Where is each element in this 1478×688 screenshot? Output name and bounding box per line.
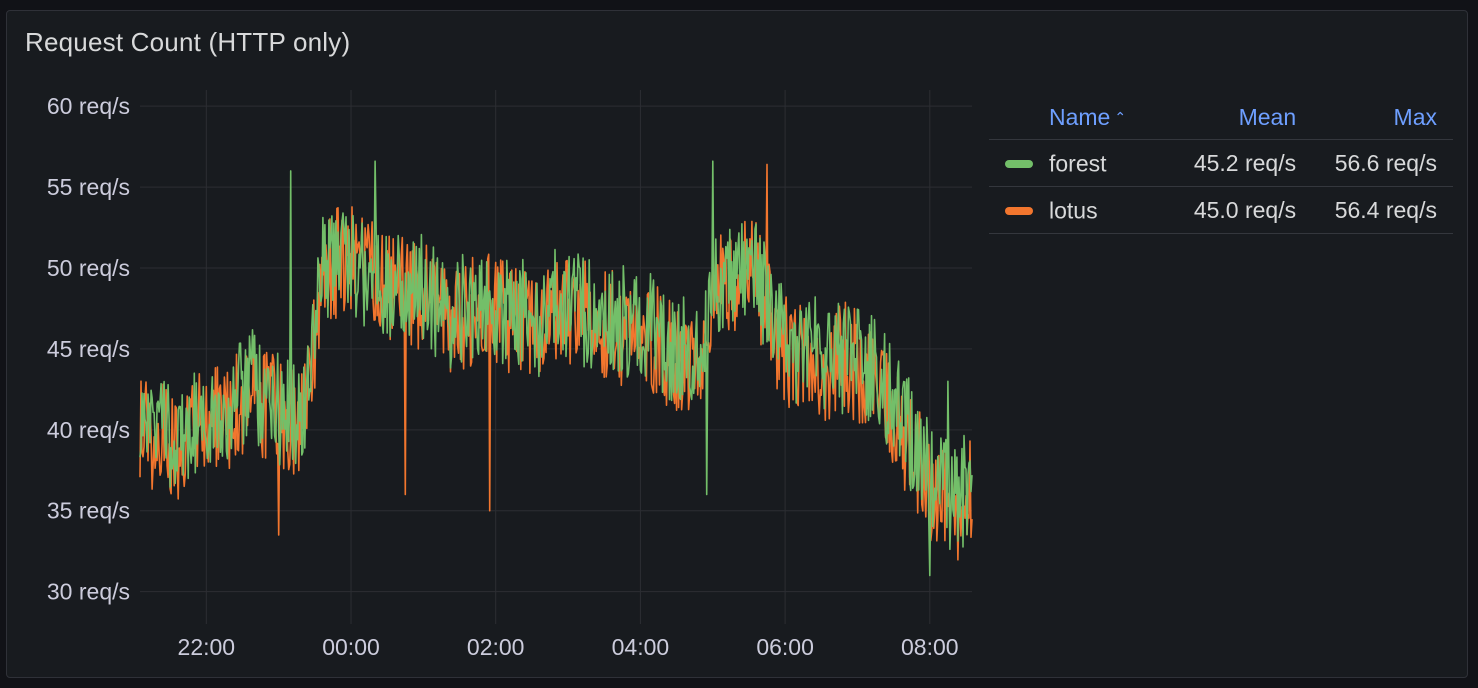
x-tick-label: 02:00 xyxy=(467,634,525,660)
x-tick-label: 06:00 xyxy=(756,634,814,660)
legend-row-lotus[interactable]: lotus 45.0 req/s 56.4 req/s xyxy=(989,186,1453,234)
series-max: 56.4 req/s xyxy=(1312,186,1453,234)
y-tick-label: 40 req/s xyxy=(47,417,130,443)
y-axis: 60 req/s 55 req/s 50 req/s 45 req/s 40 req/s… xyxy=(47,93,130,604)
series-color-swatch xyxy=(1005,206,1033,215)
y-tick-label: 60 req/s xyxy=(47,93,130,119)
series-name: lotus xyxy=(1049,197,1098,224)
x-tick-label: 22:00 xyxy=(178,634,236,660)
series-mean: 45.2 req/s xyxy=(1171,139,1313,187)
series-mean: 45.0 req/s xyxy=(1171,186,1313,234)
series-max: 56.6 req/s xyxy=(1312,139,1453,187)
chart-panel: Request Count (HTTP only) 60 req/s 55 req… xyxy=(6,10,1468,678)
x-tick-label: 04:00 xyxy=(612,634,670,660)
y-tick-label: 55 req/s xyxy=(47,174,130,200)
legend-table: Name ⌃ Mean Max forest 45.2 req/s 56.6 re… xyxy=(989,95,1453,234)
y-tick-label: 35 req/s xyxy=(47,498,130,524)
x-tick-label: 08:00 xyxy=(901,634,959,660)
y-tick-label: 45 req/s xyxy=(47,336,130,362)
y-tick-label: 30 req/s xyxy=(47,579,130,605)
legend-name-cell: lotus xyxy=(989,186,1172,234)
legend-header-max[interactable]: Max xyxy=(1312,95,1453,140)
series-color-swatch xyxy=(1005,159,1033,168)
legend-header-name[interactable]: Name ⌃ xyxy=(989,95,1172,140)
chevron-up-icon: ⌃ xyxy=(1114,108,1127,125)
series-name: forest xyxy=(1049,150,1107,177)
legend-header-name-label: Name xyxy=(1049,103,1111,130)
series-lines xyxy=(139,160,973,577)
legend-name-cell: forest xyxy=(989,139,1172,187)
legend-row-forest[interactable]: forest 45.2 req/s 56.6 req/s xyxy=(989,139,1453,187)
y-tick-label: 50 req/s xyxy=(47,255,130,281)
x-axis: 22:00 00:00 02:00 04:00 06:00 08:00 xyxy=(178,634,959,660)
x-tick-label: 00:00 xyxy=(322,634,380,660)
legend-header-mean[interactable]: Mean xyxy=(1171,95,1313,140)
